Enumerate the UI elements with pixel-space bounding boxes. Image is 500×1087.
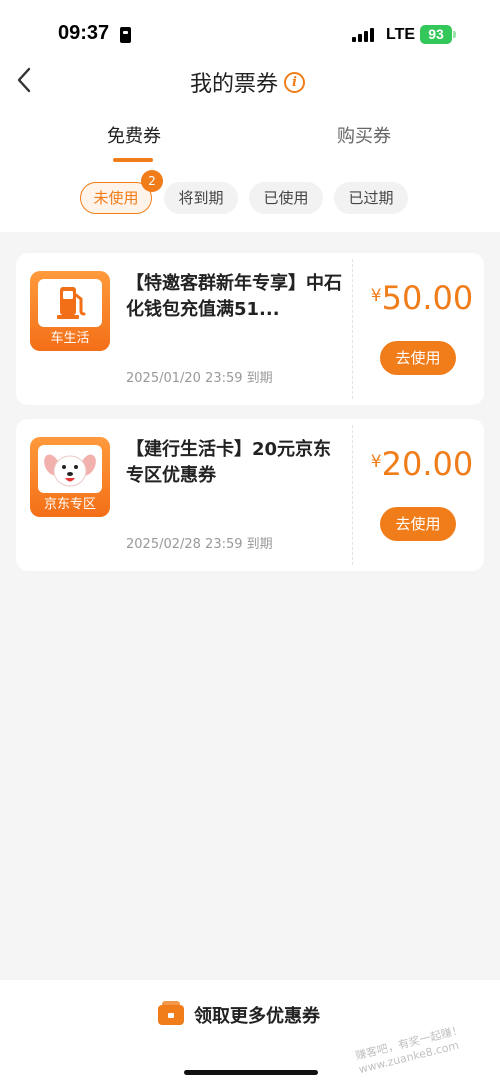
unused-count-badge: 2 — [141, 170, 163, 192]
card-divider — [352, 259, 353, 399]
filter-expired[interactable]: 已过期 — [334, 182, 408, 214]
tab-purchased-coupons[interactable]: 购买券 — [337, 122, 391, 148]
back-arrow-icon[interactable] — [14, 66, 36, 94]
price-value: 50.00 — [381, 279, 474, 317]
currency-symbol: ¥ — [370, 286, 382, 306]
sim-card-icon — [120, 27, 131, 43]
status-time: 09:37 — [58, 22, 110, 44]
coupon-card[interactable]: 京东专区 【建行生活卡】20元京东专区优惠券 2025/02/28 23:59 … — [16, 419, 484, 571]
battery-cap — [453, 31, 456, 38]
currency-symbol: ¥ — [370, 452, 382, 472]
ticket-icon — [158, 1001, 184, 1025]
active-tab-indicator — [113, 158, 153, 162]
use-coupon-button[interactable]: 去使用 — [380, 507, 456, 541]
nav-bar: 我的票券 i — [0, 56, 500, 106]
filter-unused[interactable]: 未使用 — [80, 182, 152, 214]
info-icon[interactable]: i — [284, 71, 306, 93]
filter-expiring-soon[interactable]: 将到期 — [164, 182, 238, 214]
home-indicator — [184, 1070, 318, 1075]
coupon-amount: ¥50.00 — [364, 279, 480, 317]
coupon-expire-time: 2025/01/20 23:59 到期 — [126, 371, 273, 386]
get-more-coupons-button[interactable]: 领取更多优惠券 — [158, 1001, 320, 1028]
use-coupon-button[interactable]: 去使用 — [380, 341, 456, 375]
gas-pump-icon — [57, 287, 86, 319]
filter-used[interactable]: 已使用 — [249, 182, 323, 214]
coupon-card[interactable]: 车生活 【特邀客群新年专享】中石化钱包充值满51... 2025/01/20 2… — [16, 253, 484, 405]
jd-dog-mascot-icon — [44, 454, 96, 487]
status-filter-row: 未使用 2 将到期 已使用 已过期 — [0, 170, 500, 216]
card-divider — [352, 425, 353, 565]
logo-background — [38, 279, 102, 327]
tab-free-coupons[interactable]: 免费券 — [107, 122, 161, 148]
battery-icon: 93 — [420, 25, 452, 44]
car-life-logo: 车生活 — [30, 271, 110, 351]
get-more-coupons-label: 领取更多优惠券 — [194, 1006, 320, 1027]
logo-caption: 京东专区 — [43, 497, 96, 512]
coupon-title: 【建行生活卡】20元京东专区优惠券 — [126, 439, 332, 486]
main-tabs: 免费券 购买券 — [0, 122, 500, 166]
coupon-expire-time: 2025/02/28 23:59 到期 — [126, 537, 273, 552]
page-title-group: 我的票券 i — [190, 66, 306, 98]
logo-background — [38, 445, 102, 493]
jd-zone-logo: 京东专区 — [30, 437, 110, 517]
signal-strength-icon — [352, 28, 378, 42]
logo-caption: 车生活 — [50, 331, 90, 346]
price-value: 20.00 — [381, 445, 474, 483]
network-type: LTE — [386, 26, 416, 43]
page-title: 我的票券 — [190, 72, 279, 97]
coupon-amount: ¥20.00 — [364, 445, 480, 483]
coupon-title: 【特邀客群新年专享】中石化钱包充值满51... — [126, 273, 342, 320]
